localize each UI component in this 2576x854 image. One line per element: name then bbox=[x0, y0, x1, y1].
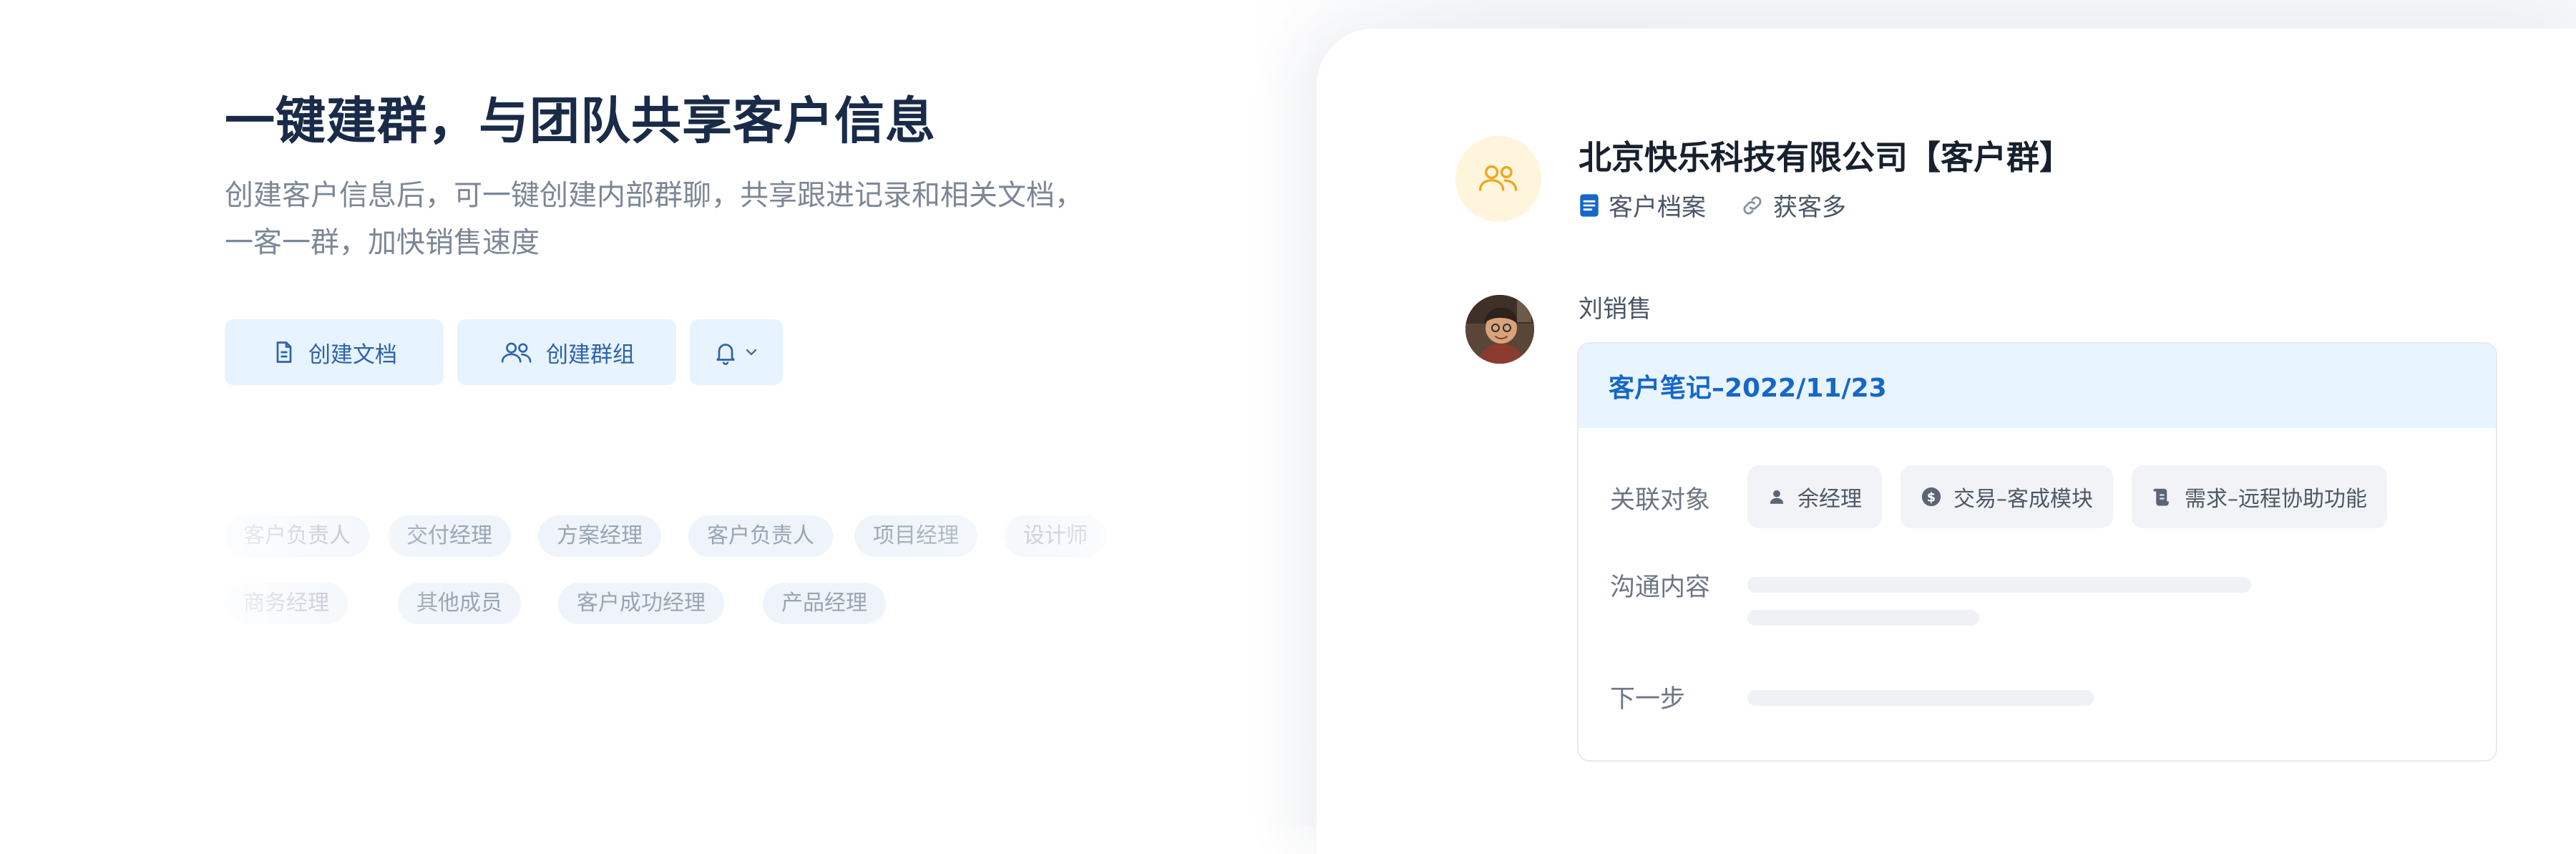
card-title: 客户笔记–2022/11/23 bbox=[1579, 344, 2496, 428]
dollar-circle-icon: $ bbox=[1921, 486, 1942, 508]
role-tag: 客户负责人 bbox=[688, 515, 833, 557]
content-label: 沟通内容 bbox=[1610, 573, 1711, 602]
hero-title: 一键建群，与团队共享客户信息 bbox=[225, 92, 936, 150]
content-placeholder-line bbox=[1747, 577, 2251, 593]
next-step-label: 下一步 bbox=[1610, 685, 1686, 714]
document-blue-icon bbox=[1579, 193, 1600, 218]
action-bar: 创建文档 创建群组 bbox=[225, 319, 783, 385]
create-doc-label: 创建文档 bbox=[308, 341, 397, 368]
role-tag: 交付经理 bbox=[388, 515, 511, 557]
role-tag-cloud: 客户负责人 交付经理 方案经理 客户负责人 项目经理 设计师 商务经理 其他成员… bbox=[225, 515, 1141, 637]
role-tag: 商务经理 bbox=[225, 583, 348, 624]
create-group-label: 创建群组 bbox=[546, 341, 635, 368]
requirement-icon bbox=[2152, 486, 2173, 508]
related-chip-label: 交易–客成模块 bbox=[1953, 487, 2093, 512]
acquisition-link[interactable]: 获客多 bbox=[1740, 188, 1846, 223]
related-chip-requirement[interactable]: 需求–远程协助功能 bbox=[2132, 465, 2387, 528]
role-tag: 客户成功经理 bbox=[558, 583, 724, 624]
users-icon bbox=[499, 339, 535, 365]
create-group-button[interactable]: 创建群组 bbox=[457, 319, 676, 385]
related-chip-contact[interactable]: 余经理 bbox=[1747, 465, 1882, 528]
related-objects-label: 关联对象 bbox=[1610, 486, 1711, 515]
group-avatar bbox=[1455, 136, 1541, 222]
svg-text:$: $ bbox=[1927, 490, 1936, 505]
related-chip-label: 需求–远程协助功能 bbox=[2185, 487, 2367, 512]
bell-icon bbox=[713, 339, 738, 365]
create-doc-button[interactable]: 创建文档 bbox=[225, 319, 444, 385]
related-chips: 余经理 $ 交易–客成模块 需求–远程协助功能 bbox=[1747, 465, 2387, 528]
hero-section: 一键建群，与团队共享客户信息 创建客户信息后，可一键创建内部群聊，共享跟进记录和… bbox=[225, 86, 1155, 266]
avatar bbox=[1465, 295, 1534, 364]
related-chip-deal[interactable]: $ 交易–客成模块 bbox=[1901, 465, 2113, 528]
chevron-down-icon bbox=[743, 344, 760, 361]
role-tag: 其他成员 bbox=[398, 583, 521, 624]
role-tag: 客户负责人 bbox=[225, 515, 369, 557]
group-title: 北京快乐科技有限公司【客户群】 bbox=[1579, 138, 2072, 177]
customer-profile-link[interactable]: 客户档案 bbox=[1579, 188, 1706, 223]
customer-profile-label: 客户档案 bbox=[1609, 193, 1706, 222]
hero-subtitle: 创建客户信息后，可一键创建内部群聊，共享跟进记录和相关文档，一客一群，加快销售速… bbox=[225, 179, 1083, 259]
group-users-icon bbox=[1475, 160, 1521, 198]
role-tag: 产品经理 bbox=[763, 583, 886, 624]
related-chip-label: 余经理 bbox=[1797, 487, 1862, 512]
sender-name: 刘销售 bbox=[1579, 295, 1652, 324]
next-step-placeholder-line bbox=[1747, 690, 2094, 706]
content-placeholder-line bbox=[1747, 610, 1979, 626]
role-tag: 方案经理 bbox=[538, 515, 661, 557]
group-links: 客户档案 获客多 bbox=[1579, 188, 1880, 223]
link-icon bbox=[1740, 193, 1765, 218]
notification-dropdown-button[interactable] bbox=[690, 319, 783, 385]
acquisition-label: 获客多 bbox=[1773, 193, 1846, 222]
role-tag: 设计师 bbox=[1005, 515, 1106, 557]
person-icon bbox=[1767, 487, 1786, 506]
customer-note-card[interactable]: 客户笔记–2022/11/23 关联对象 余经理 $ 交易–客成模块 需求–远程… bbox=[1577, 342, 2497, 762]
role-tag: 项目经理 bbox=[854, 515, 977, 557]
document-icon bbox=[271, 339, 297, 365]
